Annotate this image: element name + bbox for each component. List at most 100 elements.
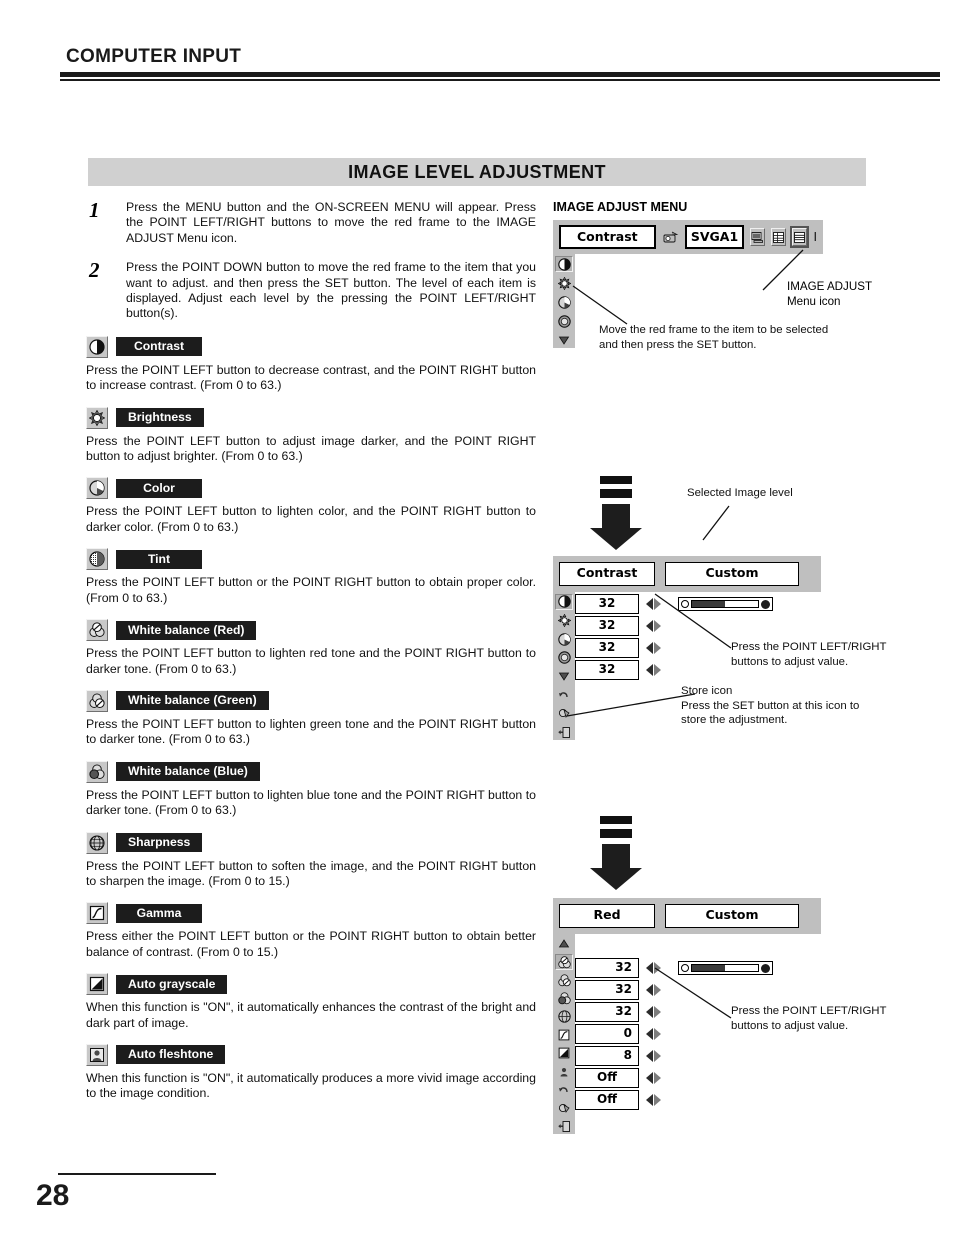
step-2: 2 Press the POINT DOWN button to move th… xyxy=(86,258,536,322)
section-title: IMAGE LEVEL ADJUSTMENT xyxy=(348,161,606,182)
item-description: When this function is "ON", it automatic… xyxy=(86,1070,536,1101)
osd-body: 32 32 32 xyxy=(553,934,821,1134)
osd-image-level[interactable]: Custom xyxy=(665,904,799,928)
level-slider[interactable] xyxy=(678,961,773,975)
tint-icon[interactable] xyxy=(555,650,573,666)
page-title: COMPUTER INPUT xyxy=(66,46,242,67)
reset-icon[interactable] xyxy=(555,1082,573,1097)
item-color: Color Press the POINT LEFT button to lig… xyxy=(86,477,536,535)
value-field[interactable]: 32 xyxy=(575,980,639,1000)
color-icon[interactable] xyxy=(555,294,573,310)
value-field[interactable]: Off xyxy=(575,1068,639,1088)
brightness-icon[interactable] xyxy=(555,275,573,291)
adjust-spinner[interactable] xyxy=(642,639,664,657)
sharpness-icon[interactable] xyxy=(555,1009,573,1024)
white-balance-green-icon[interactable] xyxy=(555,973,573,988)
store-icon[interactable] xyxy=(555,706,573,722)
callout-store-text: Press the SET button at this icon to sto… xyxy=(681,699,860,727)
auto-grayscale-icon[interactable] xyxy=(555,1046,573,1061)
quit-icon[interactable] xyxy=(555,1119,573,1134)
contrast-icon[interactable] xyxy=(555,594,573,610)
adjust-spinner[interactable] xyxy=(642,1047,664,1065)
value-field[interactable]: 0 xyxy=(575,1024,639,1044)
projector-icon[interactable] xyxy=(662,228,679,246)
osd-item-name: Contrast xyxy=(559,562,655,586)
slider-track xyxy=(691,964,759,972)
value-field[interactable]: 32 xyxy=(575,616,639,636)
item-label: Auto fleshtone xyxy=(116,1045,226,1065)
item-label: Auto grayscale xyxy=(116,974,228,994)
item-label: Brightness xyxy=(116,408,204,428)
item-heading: White balance (Red) xyxy=(86,619,536,642)
value-field[interactable]: 8 xyxy=(575,1046,639,1066)
step-text: Press the POINT DOWN button to move the … xyxy=(126,260,536,321)
value-field[interactable]: 32 xyxy=(575,660,639,680)
item-description: Press the POINT LEFT button to soften th… xyxy=(86,858,536,888)
scroll-up-icon[interactable] xyxy=(555,936,573,951)
item-label: Tint xyxy=(116,549,202,569)
scroll-down-icon[interactable] xyxy=(555,332,573,348)
down-arrow-graphic xyxy=(590,476,642,550)
brightness-icon[interactable] xyxy=(555,613,573,629)
callout-move-red-frame: Move the red frame to the item to be sel… xyxy=(599,324,829,351)
slider-min-knob xyxy=(681,600,689,608)
contrast-icon xyxy=(86,335,108,358)
value-field[interactable]: Off xyxy=(575,1090,639,1110)
slider-max-knob xyxy=(761,599,770,609)
image-select-icon[interactable] xyxy=(771,228,787,246)
adjust-spinner[interactable] xyxy=(642,1091,664,1109)
down-arrow-graphic xyxy=(590,816,642,890)
value-field[interactable]: 32 xyxy=(575,958,639,978)
value-field[interactable]: 32 xyxy=(575,594,639,614)
level-slider[interactable] xyxy=(678,597,773,611)
item-description: Press the POINT LEFT button or the POINT… xyxy=(86,575,536,605)
adjust-spinner[interactable] xyxy=(642,617,664,635)
left-column: 1 Press the MENU button and the ON-SCREE… xyxy=(86,198,536,1102)
step-number: 2 xyxy=(89,258,100,283)
figure1-caption: IMAGE ADJUST MENU xyxy=(553,200,688,214)
reset-icon[interactable] xyxy=(555,687,573,703)
callout-adjust-value: Press the POINT LEFT/RIGHT buttons to ad… xyxy=(731,641,887,668)
adjust-spinner[interactable] xyxy=(642,959,664,977)
osd-input-value[interactable]: SVGA1 xyxy=(684,225,745,249)
image-adjust-icon[interactable] xyxy=(790,226,810,248)
adjust-spinner[interactable] xyxy=(642,595,664,613)
auto-fleshtone-icon[interactable] xyxy=(555,1064,573,1079)
quit-icon[interactable] xyxy=(555,724,573,740)
item-heading: Gamma xyxy=(86,902,536,925)
adjust-spinner[interactable] xyxy=(642,1069,664,1087)
gamma-icon[interactable] xyxy=(555,1028,573,1043)
value-field[interactable]: 32 xyxy=(575,1002,639,1022)
item-description: Press the POINT LEFT button to lighten b… xyxy=(86,787,536,818)
page-header: COMPUTER INPUT xyxy=(60,46,940,81)
adjust-spinner[interactable] xyxy=(642,981,664,999)
white-balance-red-icon[interactable] xyxy=(555,954,573,970)
item-description: Press the POINT LEFT button to decrease … xyxy=(86,362,536,393)
item-white-balance-red: White balance (Red) Press the POINT LEFT… xyxy=(86,619,536,677)
sharpness-icon xyxy=(86,831,108,854)
osd-value-rows: 32 32 32 xyxy=(575,958,773,1112)
store-icon[interactable] xyxy=(555,1101,573,1116)
value-field[interactable]: 32 xyxy=(575,638,639,658)
osd-item-name: Red xyxy=(559,904,655,928)
tint-icon xyxy=(86,548,108,571)
color-icon[interactable] xyxy=(555,631,573,647)
color-icon xyxy=(86,477,108,500)
pc-system-icon[interactable] xyxy=(750,228,766,246)
osd-level-bar: Contrast Custom xyxy=(553,556,821,592)
right-column: IMAGE ADJUST MENU Contrast SVGA1 I IMAGE… xyxy=(553,200,948,1134)
scroll-down-icon[interactable] xyxy=(555,669,573,685)
osd-level-bar: Red Custom xyxy=(553,898,821,934)
adjust-spinner[interactable] xyxy=(642,1025,664,1043)
white-balance-blue-icon[interactable] xyxy=(555,991,573,1006)
step-1: 1 Press the MENU button and the ON-SCREE… xyxy=(86,198,536,246)
adjust-spinner[interactable] xyxy=(642,661,664,679)
contrast-icon[interactable] xyxy=(555,256,573,273)
gamma-icon xyxy=(86,902,108,925)
tint-icon[interactable] xyxy=(555,313,573,329)
white-balance-red-icon xyxy=(86,619,108,642)
item-white-balance-blue: White balance (Blue) Press the POINT LEF… xyxy=(86,760,536,819)
header-rule-thick xyxy=(60,72,940,77)
adjust-spinner[interactable] xyxy=(642,1003,664,1021)
osd-image-level[interactable]: Custom xyxy=(665,562,799,586)
